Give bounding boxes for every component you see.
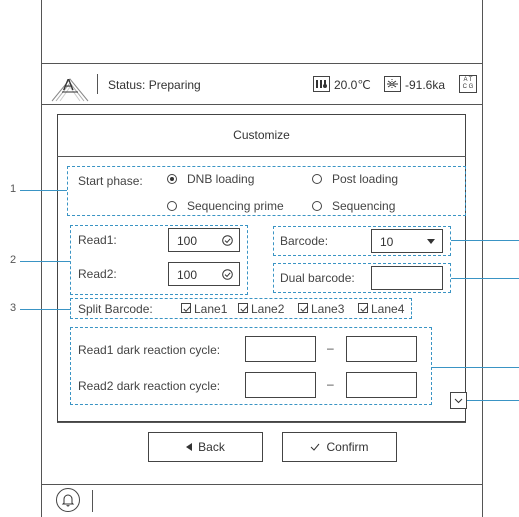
checkmark-icon <box>222 235 233 246</box>
checkbox-box <box>238 303 248 313</box>
scroll-down-button[interactable] <box>450 392 467 409</box>
status-bar-top-border <box>41 63 483 64</box>
callout-dual-barcode-line <box>451 278 519 279</box>
barcode-select[interactable]: 10 <box>371 229 443 253</box>
read2-value: 100 <box>177 268 198 282</box>
read2-dark-to-input[interactable] <box>346 372 417 398</box>
radio-indicator <box>167 201 177 211</box>
callout-2: 2 <box>10 254 17 266</box>
atcg-top: A T <box>463 77 473 83</box>
split-barcode-label: Split Barcode: <box>78 302 153 316</box>
lane-label: Lane1 <box>194 302 228 316</box>
callout-2-line <box>20 261 70 262</box>
lane1-checkbox[interactable]: Lane1 <box>181 301 236 316</box>
barcode-value: 10 <box>380 235 394 249</box>
panel-title-divider <box>57 156 466 157</box>
radio-sequencing[interactable]: Sequencing <box>312 199 422 215</box>
checkmark-icon <box>311 443 320 451</box>
checkmark-icon <box>222 269 233 280</box>
check-mark-icon <box>240 306 248 313</box>
button-bar-divider <box>57 422 466 423</box>
radio-indicator <box>167 174 177 184</box>
checkbox-box <box>298 303 308 313</box>
checkbox-box <box>358 303 368 313</box>
read1-dark-from-input[interactable] <box>245 336 316 362</box>
back-arrow-icon <box>186 443 193 451</box>
temperature-value: 20.0℃ <box>334 78 371 92</box>
radio-indicator <box>312 201 322 211</box>
thermometer-icon <box>313 76 330 92</box>
read1-input[interactable]: 100 <box>168 228 240 252</box>
pressure-value: -91.6ka <box>405 78 446 92</box>
chevron-down-icon <box>454 398 463 404</box>
panel-title: Customize <box>233 128 290 142</box>
lane3-checkbox[interactable]: Lane3 <box>298 301 353 316</box>
pressure-icon <box>384 76 401 92</box>
check-mark-icon <box>300 306 308 313</box>
range-separator: – <box>327 377 334 391</box>
radio-sequencing-prime[interactable]: Sequencing prime <box>167 199 307 215</box>
read1-dark-label: Read1 dark reaction cycle: <box>78 343 221 357</box>
status-divider <box>97 74 98 94</box>
read2-input[interactable]: 100 <box>168 262 240 286</box>
start-phase-label: Start phase: <box>78 174 143 188</box>
back-button[interactable]: Back <box>148 432 263 462</box>
callout-3-line <box>20 309 70 310</box>
callout-barcode-line <box>451 240 519 241</box>
dual-barcode-input[interactable] <box>371 266 443 290</box>
callout-scroll-line <box>467 400 519 401</box>
read2-dark-from-input[interactable] <box>245 372 316 398</box>
read1-value: 100 <box>177 234 198 248</box>
barcode-label: Barcode: <box>280 234 329 248</box>
check-mark-icon <box>360 306 368 313</box>
chevron-down-icon <box>427 239 435 244</box>
radio-label: Sequencing prime <box>187 199 284 213</box>
footer-divider <box>92 490 93 512</box>
lane-label: Lane2 <box>251 302 285 316</box>
callout-1-line <box>20 190 67 191</box>
read2-dark-label: Read2 dark reaction cycle: <box>78 379 221 393</box>
lane4-checkbox[interactable]: Lane4 <box>358 301 413 316</box>
lane-label: Lane3 <box>311 302 345 316</box>
confirm-button-label: Confirm <box>326 440 369 454</box>
atcg-icon: A T C G <box>459 75 477 93</box>
radio-dnb-loading[interactable]: DNB loading <box>167 172 272 188</box>
read1-dark-to-input[interactable] <box>346 336 417 362</box>
read2-label: Read2: <box>78 267 117 281</box>
read1-label: Read1: <box>78 233 117 247</box>
radio-label: DNB loading <box>187 172 255 186</box>
callout-dark-reaction-line <box>432 367 519 368</box>
atcg-bottom: C G <box>462 84 474 90</box>
callout-3: 3 <box>10 302 17 314</box>
radio-label: Sequencing <box>332 199 396 213</box>
radio-label: Post loading <box>332 172 399 186</box>
lane2-checkbox[interactable]: Lane2 <box>238 301 293 316</box>
footer-border <box>41 484 483 485</box>
logo-icon: A <box>50 67 92 103</box>
callout-1: 1 <box>10 183 17 195</box>
bell-icon[interactable] <box>56 488 80 512</box>
dual-barcode-label: Dual barcode: <box>280 271 355 285</box>
confirm-button[interactable]: Confirm <box>282 432 397 462</box>
checkbox-box <box>181 303 191 313</box>
status-text: Status: Preparing <box>108 78 201 92</box>
radio-indicator <box>312 174 322 184</box>
status-bar-bottom-border <box>41 104 483 105</box>
check-mark-icon <box>183 306 191 313</box>
logo-letter: A <box>63 77 74 94</box>
range-separator: – <box>327 341 334 355</box>
lane-label: Lane4 <box>371 302 405 316</box>
back-button-label: Back <box>198 440 225 454</box>
radio-post-loading[interactable]: Post loading <box>312 172 422 188</box>
